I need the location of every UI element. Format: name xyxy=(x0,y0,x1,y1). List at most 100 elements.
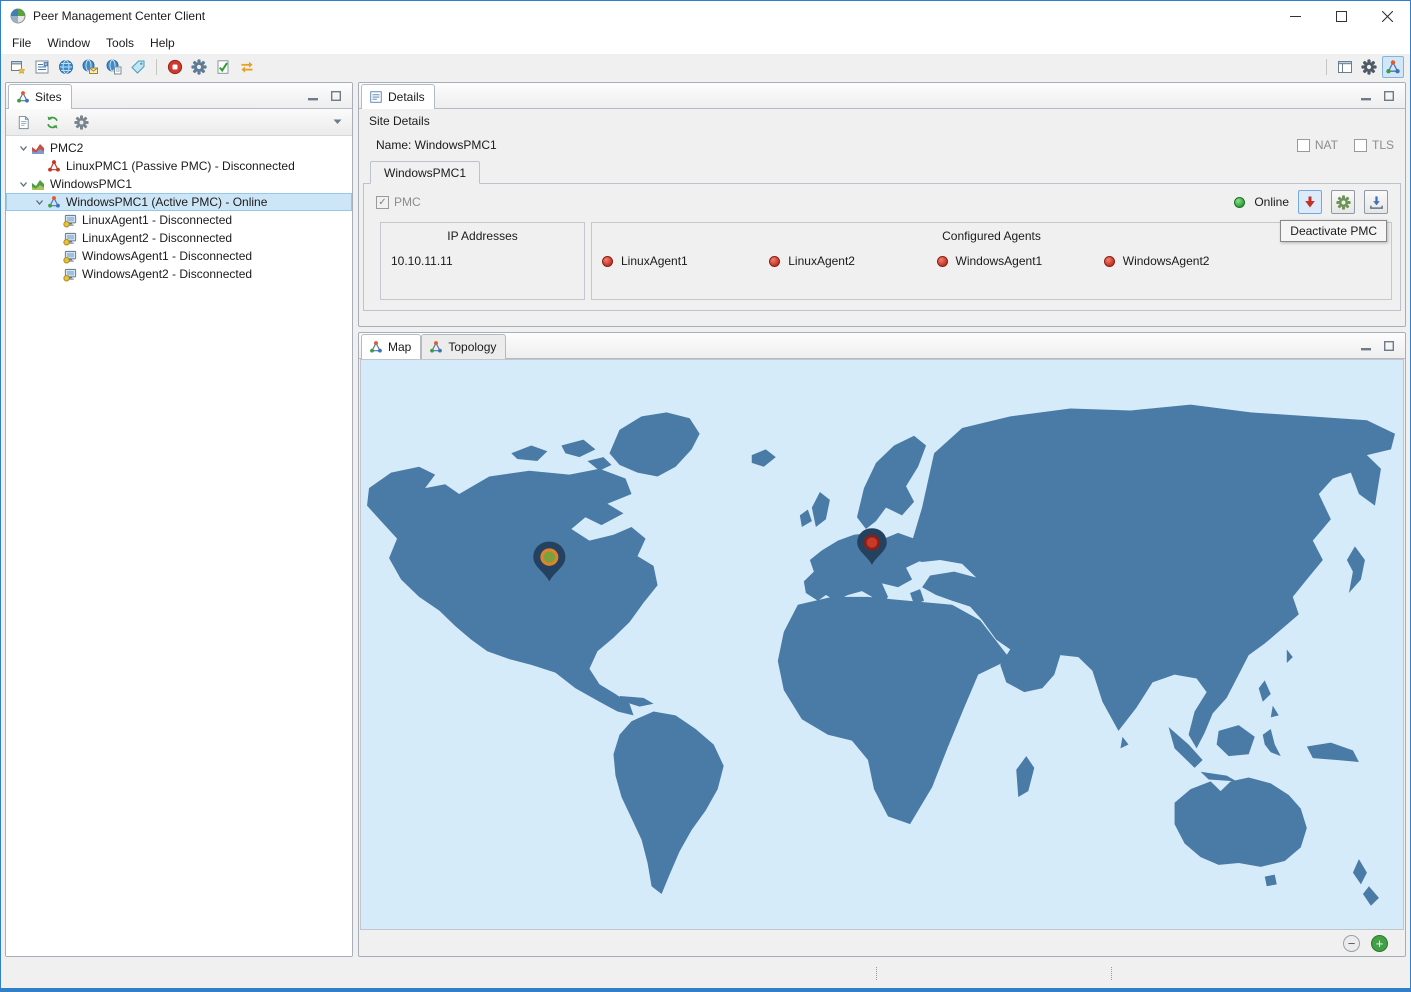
tags-button[interactable] xyxy=(127,56,149,78)
online-status-label: Online xyxy=(1254,195,1289,209)
validate-button[interactable] xyxy=(212,56,234,78)
tab-sites[interactable]: Sites xyxy=(8,84,72,109)
pmc-checkbox-box[interactable]: ✓ xyxy=(376,196,389,209)
pin-center xyxy=(867,537,878,547)
pmc-perspective-icon xyxy=(1385,59,1401,75)
titlebar: Peer Management Center Client xyxy=(1,1,1410,31)
nat-checkbox[interactable]: NAT xyxy=(1297,138,1338,152)
tree-item-linuxpmc1[interactable]: LinuxPMC1 (Passive PMC) - Disconnected xyxy=(6,157,352,175)
view-menu-icon[interactable] xyxy=(333,119,346,125)
details-body: Site Details Name: WindowsPMC1 NAT TLS xyxy=(359,109,1405,326)
globe-mail-icon xyxy=(82,59,98,75)
site-name-label: Name: WindowsPMC1 xyxy=(376,138,497,152)
maximize-view-icon[interactable] xyxy=(1382,339,1396,353)
web-globe-icon xyxy=(58,59,74,75)
menu-window[interactable]: Window xyxy=(39,34,98,52)
tab-details-label: Details xyxy=(388,90,425,104)
tree-item-label: PMC2 xyxy=(50,141,83,155)
stop-icon xyxy=(167,59,183,75)
map-body: − + xyxy=(359,359,1405,956)
tab-windowspmc1[interactable]: WindowsPMC1 xyxy=(370,161,480,184)
tree-item-windowsagent2[interactable]: WindowsAgent2 - Disconnected xyxy=(6,265,352,283)
gear-icon xyxy=(1361,59,1377,75)
email-alerts-button[interactable] xyxy=(79,56,101,78)
collect-logs-button[interactable] xyxy=(1364,190,1388,214)
tab-details[interactable]: Details xyxy=(361,84,435,109)
site-settings-button[interactable] xyxy=(70,111,92,133)
web-client-button[interactable] xyxy=(103,56,125,78)
deactivate-pmc-button[interactable] xyxy=(1298,190,1322,214)
world-map-svg[interactable] xyxy=(361,360,1403,929)
online-status-dot xyxy=(1234,197,1245,208)
boxes-row: IP Addresses 10.10.11.11 Configured Agen… xyxy=(372,222,1392,300)
agent-name: LinuxAgent1 xyxy=(621,254,688,268)
tls-checkbox[interactable]: TLS xyxy=(1354,138,1394,152)
minimize-view-icon[interactable] xyxy=(1359,339,1373,353)
statusbar xyxy=(1,959,1410,988)
settings-button[interactable] xyxy=(188,56,210,78)
reconnect-button[interactable] xyxy=(41,111,63,133)
minimize-view-icon[interactable] xyxy=(1359,89,1373,103)
tree-item-label: WindowsAgent1 - Disconnected xyxy=(82,249,252,263)
close-button[interactable] xyxy=(1364,1,1410,31)
pmc-checkbox[interactable]: ✓ PMC xyxy=(376,195,421,209)
menu-tools[interactable]: Tools xyxy=(98,34,142,52)
open-perspective-button[interactable] xyxy=(1334,56,1356,78)
world-map[interactable] xyxy=(360,359,1404,930)
tab-sites-label: Sites xyxy=(35,90,62,104)
agent-entry: LinuxAgent1 xyxy=(602,254,769,268)
configure-pmc-button[interactable] xyxy=(1331,190,1355,214)
statusbar-separator xyxy=(876,967,877,980)
details-panel: Details Site Details Name: WindowsPMC1 xyxy=(358,82,1406,327)
web-button[interactable] xyxy=(55,56,77,78)
details-panel-buttons xyxy=(1359,83,1405,108)
chevron-down-icon[interactable] xyxy=(16,180,30,189)
maximize-view-icon[interactable] xyxy=(1382,89,1396,103)
tree-item-windowspmc1-site[interactable]: WindowsPMC1 xyxy=(6,175,352,193)
tab-topology[interactable]: Topology xyxy=(421,334,506,359)
new-site-button[interactable] xyxy=(7,56,29,78)
tree-item-linuxagent1[interactable]: LinuxAgent1 - Disconnected xyxy=(6,211,352,229)
preferences-button[interactable] xyxy=(1358,56,1380,78)
flags: NAT TLS xyxy=(1297,138,1394,152)
agents-grid: LinuxAgent1 LinuxAgent2 WindowsAgent1 xyxy=(602,254,1381,268)
agent-icon xyxy=(62,212,78,228)
zoom-in-button[interactable]: + xyxy=(1371,935,1388,952)
window-title: Peer Management Center Client xyxy=(33,9,205,23)
zoom-out-button[interactable]: − xyxy=(1343,935,1360,952)
topology-tab-icon xyxy=(429,340,443,354)
map-tab-row: Map Topology xyxy=(359,333,1405,359)
agent-entry: LinuxAgent2 xyxy=(769,254,936,268)
tab-map[interactable]: Map xyxy=(361,334,421,359)
stop-button[interactable] xyxy=(164,56,186,78)
menubar: File Window Tools Help xyxy=(1,31,1410,54)
tree-item-pmc2[interactable]: PMC2 xyxy=(6,139,352,157)
tls-checkbox-box[interactable] xyxy=(1354,139,1367,152)
tree-item-linuxagent2[interactable]: LinuxAgent2 - Disconnected xyxy=(6,229,352,247)
maximize-view-icon[interactable] xyxy=(329,89,343,103)
sites-toolbar xyxy=(6,109,352,136)
menu-help[interactable]: Help xyxy=(142,34,183,52)
main-toolbar xyxy=(1,54,1410,80)
chevron-down-icon[interactable] xyxy=(16,144,30,153)
sync-button[interactable] xyxy=(236,56,258,78)
chevron-down-icon[interactable] xyxy=(32,198,46,207)
tree-item-windowsagent1[interactable]: WindowsAgent1 - Disconnected xyxy=(6,247,352,265)
minimize-button[interactable] xyxy=(1272,1,1318,31)
pin-center xyxy=(544,551,556,562)
gear-icon xyxy=(191,59,207,75)
maximize-button[interactable] xyxy=(1318,1,1364,31)
tree-item-windowspmc1-active[interactable]: WindowsPMC1 (Active PMC) - Online xyxy=(6,193,352,211)
sites-panel: Sites xyxy=(5,82,353,957)
agent-name: WindowsAgent1 xyxy=(956,254,1043,268)
nat-checkbox-box[interactable] xyxy=(1297,139,1310,152)
assign-jobs-button[interactable] xyxy=(31,56,53,78)
pmc-row: ✓ PMC Online xyxy=(372,184,1392,220)
agent-status-dot xyxy=(1104,256,1115,267)
pmc-perspective-button[interactable] xyxy=(1382,56,1404,78)
ip-addresses-box: IP Addresses 10.10.11.11 xyxy=(380,222,585,300)
menu-file[interactable]: File xyxy=(4,34,39,52)
export-report-icon xyxy=(16,115,31,130)
minimize-view-icon[interactable] xyxy=(306,89,320,103)
export-report-button[interactable] xyxy=(12,111,34,133)
